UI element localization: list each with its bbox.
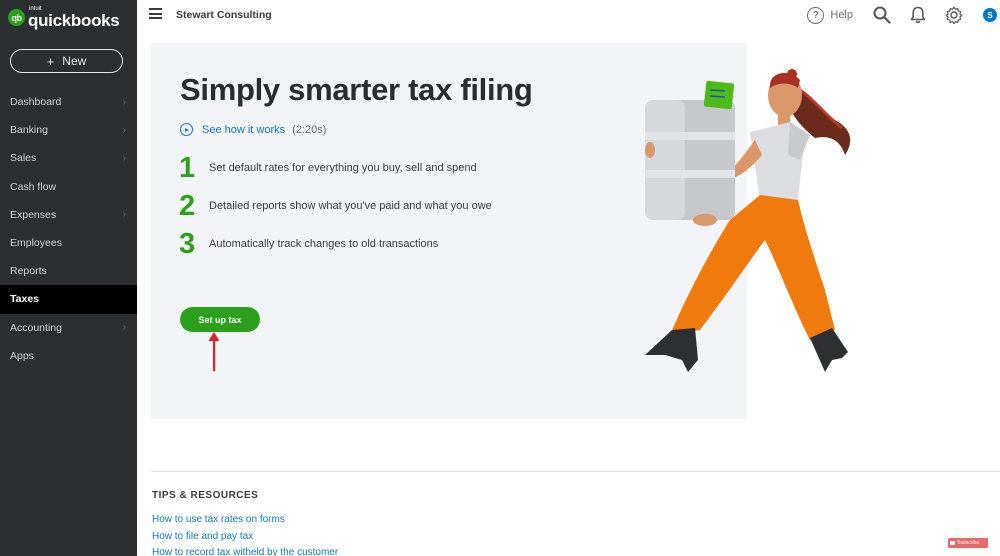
sidebar-nav: Dashboard › Banking › Sales › Cash flow Expense…	[0, 88, 137, 370]
tip-link[interactable]: How to record tax witheld by the custome…	[152, 547, 338, 556]
company-name: Stewart Consulting	[176, 9, 272, 21]
chevron-right-icon: ›	[122, 96, 126, 108]
help-icon: ?	[807, 6, 825, 24]
help-button[interactable]: ? Help	[807, 6, 853, 24]
video-link-row: See how it works (2:20s)	[180, 123, 326, 136]
step-number: 2	[179, 189, 196, 222]
step-item: 2 Detailed reports show what you've paid…	[179, 187, 492, 225]
sidebar-item-reports[interactable]: Reports	[0, 257, 137, 285]
sidebar-item-label: Cash flow	[10, 180, 57, 193]
step-text: Set default rates for everything you buy…	[209, 162, 477, 174]
youtube-icon	[950, 541, 955, 545]
step-text: Detailed reports show what you've paid a…	[209, 200, 492, 212]
sidebar-item-cash-flow[interactable]: Cash flow	[0, 173, 137, 201]
play-icon[interactable]	[180, 123, 193, 136]
quickbooks-logo[interactable]: qb intuit quickbooks	[8, 6, 120, 30]
logo-brand-text: quickbooks	[28, 11, 120, 30]
subscribe-button[interactable]: Subscribe	[948, 538, 988, 548]
section-divider	[151, 471, 1000, 472]
sidebar-item-apps[interactable]: Apps	[0, 342, 137, 370]
qb-logo-icon: qb	[8, 9, 25, 26]
sidebar-item-accounting[interactable]: Accounting ›	[0, 314, 137, 342]
tips-title: TIPS & RESOURCES	[152, 490, 259, 501]
chevron-right-icon: ›	[122, 322, 126, 334]
user-avatar[interactable]: S	[983, 8, 997, 22]
step-item: 3 Automatically track changes to old tra…	[179, 225, 492, 263]
top-bar: Stewart Consulting ? Help S	[137, 0, 1000, 30]
tip-link[interactable]: How to use tax rates on forms	[152, 514, 338, 531]
sidebar-item-label: Employees	[10, 237, 62, 250]
new-button[interactable]: + New	[10, 49, 123, 73]
step-text: Automatically track changes to old trans…	[209, 238, 439, 250]
gear-icon[interactable]	[943, 4, 965, 26]
sidebar-item-expenses[interactable]: Expenses ›	[0, 201, 137, 229]
quickbooks-app: qb intuit quickbooks + New Dashboard › Ban…	[0, 0, 1000, 556]
tips-links: How to use tax rates on forms How to fil…	[152, 514, 338, 556]
see-how-it-works-link[interactable]: See how it works	[202, 124, 285, 136]
subscribe-label: Subscribe	[957, 540, 980, 546]
sidebar-item-label: Expenses	[10, 208, 57, 221]
step-number: 1	[179, 151, 196, 184]
sidebar-item-label: Dashboard	[10, 96, 62, 109]
chevron-right-icon: ›	[122, 124, 126, 136]
step-item: 1 Set default rates for everything you b…	[179, 149, 492, 187]
sidebar-item-banking[interactable]: Banking ›	[0, 116, 137, 144]
video-duration: (2:20s)	[292, 123, 327, 136]
sidebar-item-dashboard[interactable]: Dashboard ›	[0, 88, 137, 116]
new-button-label: New	[62, 54, 87, 68]
chevron-right-icon: ›	[122, 209, 126, 221]
bell-icon[interactable]	[907, 4, 929, 26]
search-icon[interactable]	[871, 4, 893, 26]
woman-carrying-cabinet-illustration	[645, 69, 851, 372]
set-up-tax-button[interactable]: Set up tax	[180, 307, 260, 332]
sidebar-item-label: Taxes	[10, 293, 39, 306]
chevron-right-icon: ›	[122, 152, 126, 164]
steps-list: 1 Set default rates for everything you b…	[179, 149, 492, 263]
sidebar-item-sales[interactable]: Sales ›	[0, 144, 137, 172]
sidebar: qb intuit quickbooks + New Dashboard › Ban…	[0, 0, 137, 556]
tip-link[interactable]: How to file and pay tax	[152, 531, 338, 548]
sidebar-item-label: Apps	[10, 349, 34, 362]
sidebar-item-employees[interactable]: Employees	[0, 229, 137, 257]
menu-icon[interactable]	[149, 8, 162, 19]
hero-title: Simply smarter tax filing	[180, 72, 533, 107]
step-number: 3	[179, 227, 196, 260]
sidebar-item-label: Reports	[10, 265, 47, 278]
sidebar-item-label: Sales	[10, 152, 37, 165]
red-arrow-annotation-icon	[208, 332, 220, 371]
sidebar-item-label: Accounting	[10, 321, 62, 334]
help-label: Help	[830, 9, 853, 21]
sidebar-item-label: Banking	[10, 124, 48, 137]
plus-icon: +	[46, 53, 55, 69]
sidebar-item-taxes[interactable]: Taxes	[0, 285, 137, 314]
